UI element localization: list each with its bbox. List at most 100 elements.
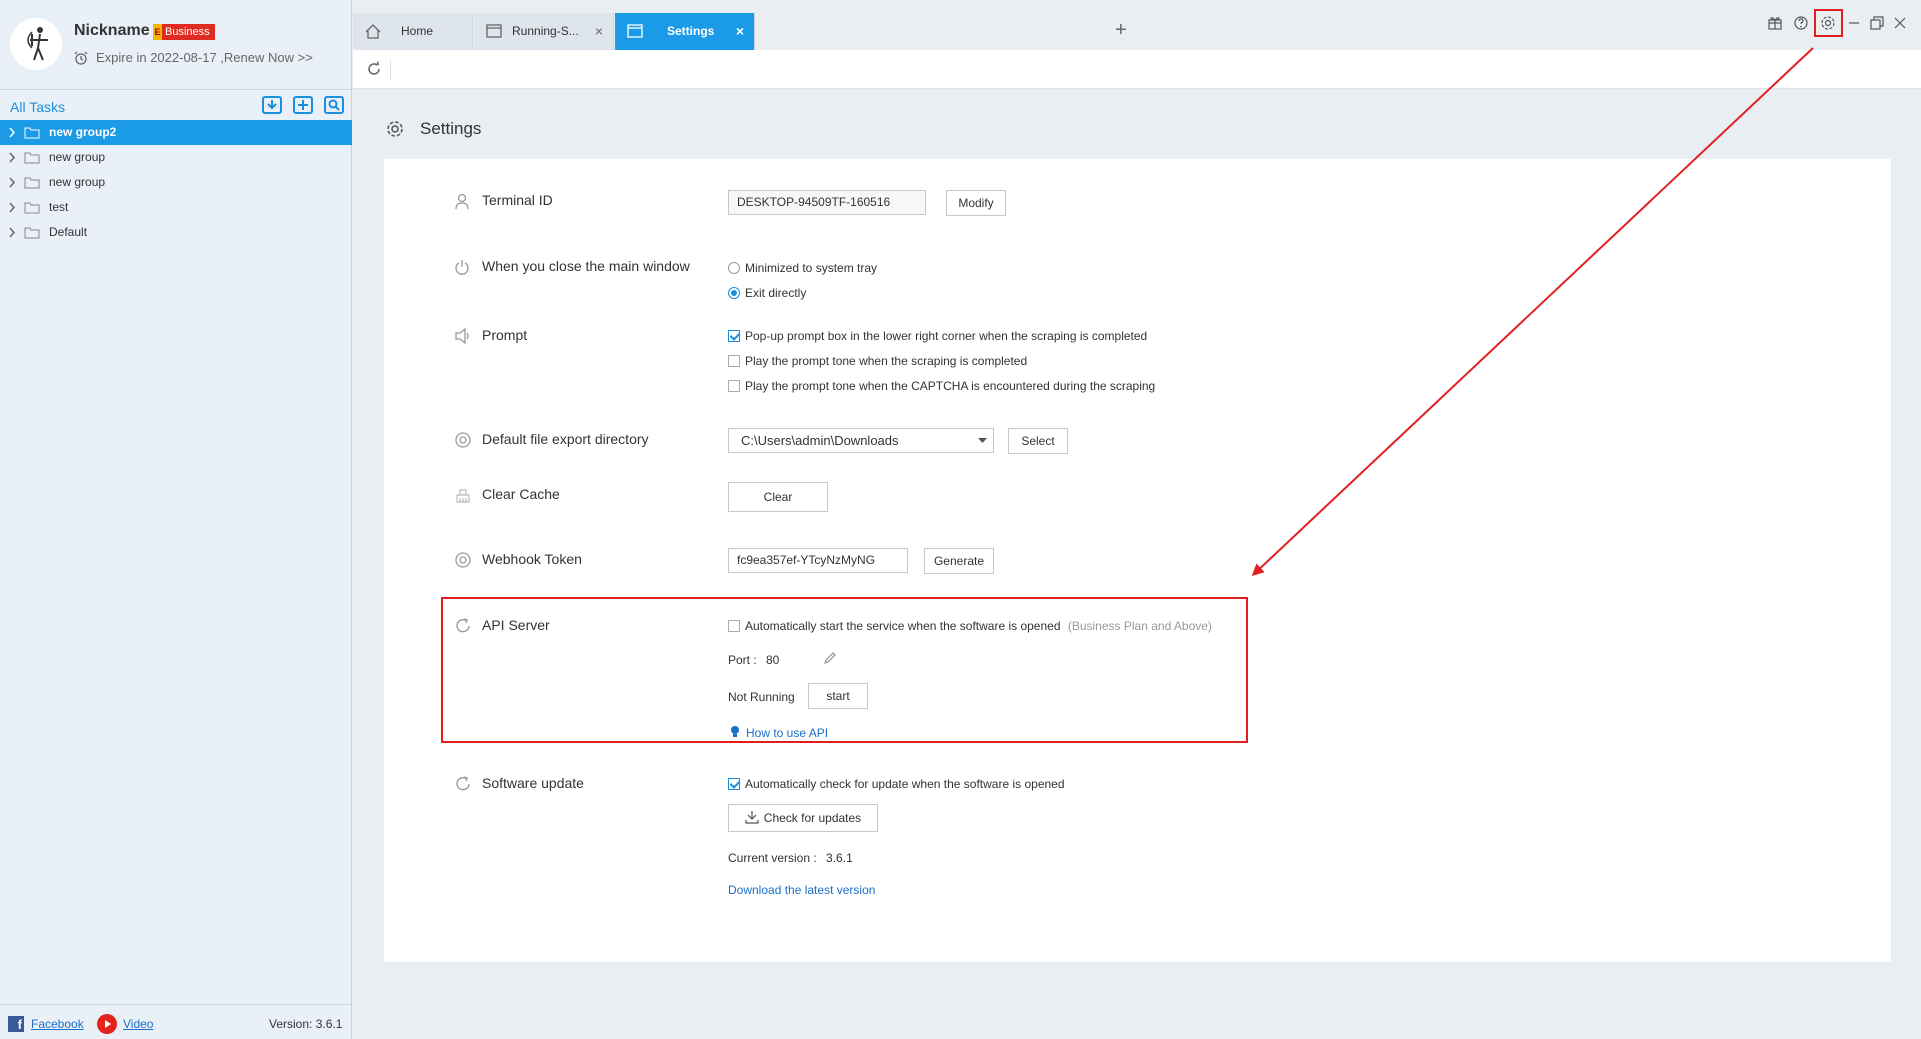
setting-label: Clear Cache [482, 486, 560, 502]
folder-icon [24, 202, 40, 214]
chevron-right-icon[interactable] [8, 152, 16, 163]
checkbox[interactable] [728, 380, 740, 392]
tab-label: Home [401, 24, 434, 38]
clear-cache-button[interactable]: Clear [728, 482, 828, 512]
tab-settings[interactable]: Settings × [615, 13, 755, 50]
checkbox[interactable] [728, 330, 740, 342]
how-to-use-api-row[interactable]: How to use API [729, 725, 828, 740]
tab-home[interactable]: Home [353, 13, 473, 50]
checkbox-label: Play the prompt tone when the scraping i… [745, 354, 1028, 368]
close-icon[interactable]: × [736, 13, 744, 50]
api-status: Not Running [728, 690, 795, 704]
gear-highlight-box [1814, 9, 1843, 37]
radio-exit-directly[interactable]: Exit directly [728, 286, 806, 300]
refresh-icon[interactable] [365, 60, 383, 78]
update-icon [456, 776, 470, 791]
webhook-token-field[interactable]: fc9ea357ef-YTcyNzMyNG [728, 548, 908, 573]
add-task-icon[interactable] [292, 95, 314, 115]
tree-item-label: new group2 [49, 125, 117, 139]
download-icon [745, 811, 759, 824]
tree-item-test[interactable]: test [0, 195, 352, 220]
setting-label: API Server [482, 617, 550, 633]
current-version-label: Current version : [728, 851, 817, 865]
close-icon[interactable]: × [595, 13, 603, 50]
setting-label: Terminal ID [482, 192, 553, 208]
radio-button[interactable] [728, 262, 740, 274]
export-dir-value: C:\Users\admin\Downloads [741, 433, 899, 448]
close-window-icon[interactable] [1891, 14, 1909, 32]
generate-button[interactable]: Generate [924, 548, 994, 574]
checkbox-auto-update[interactable]: Automatically check for update when the … [728, 777, 1065, 791]
edit-pencil-icon[interactable] [823, 651, 837, 665]
archer-avatar-icon [27, 27, 48, 61]
add-tab-button[interactable]: + [1115, 20, 1127, 40]
profile-header: Nickname Business E Expire in 2022-08-17… [0, 0, 352, 88]
minimize-icon[interactable] [1845, 14, 1863, 32]
modify-button[interactable]: Modify [946, 190, 1006, 216]
checkbox[interactable] [728, 620, 740, 632]
tree-item-new-group[interactable]: new group [0, 170, 352, 195]
video-link[interactable]: Video [123, 1017, 153, 1031]
plan-badge-mark: E [153, 24, 162, 40]
how-to-use-api-link[interactable]: How to use API [746, 726, 828, 740]
import-task-icon[interactable] [261, 95, 283, 115]
expire-text[interactable]: Expire in 2022-08-17 ,Renew Now >> [96, 50, 313, 65]
user-icon [455, 193, 469, 210]
checkbox[interactable] [728, 778, 740, 790]
folder-icon [24, 127, 40, 139]
toolbar [353, 50, 1921, 89]
tasks-header: All Tasks [0, 89, 352, 119]
tree-item-label: Default [49, 225, 88, 239]
download-latest-link[interactable]: Download the latest version [728, 883, 875, 897]
terminal-id-field[interactable]: DESKTOP-94509TF-160516 [728, 190, 926, 215]
all-tasks-label[interactable]: All Tasks [10, 99, 65, 115]
export-dir-select[interactable]: C:\Users\admin\Downloads [728, 428, 994, 453]
chevron-right-icon[interactable] [8, 227, 16, 238]
search-task-icon[interactable] [323, 95, 345, 115]
chevron-right-icon[interactable] [8, 127, 16, 138]
facebook-link[interactable]: Facebook [31, 1017, 84, 1031]
checkbox[interactable] [728, 355, 740, 367]
download-latest-row[interactable]: Download the latest version [728, 883, 875, 897]
tree-item-new-group2[interactable]: new group2 [0, 120, 352, 145]
radio-minimize-tray[interactable]: Minimized to system tray [728, 261, 877, 275]
youtube-icon[interactable] [97, 1014, 117, 1034]
lightbulb-icon [731, 726, 739, 737]
sync-icon [456, 618, 470, 633]
facebook-icon[interactable]: f [8, 1016, 24, 1032]
check-updates-button[interactable]: Check for updates [728, 804, 878, 832]
checkbox-label: Play the prompt tone when the CAPTCHA is… [745, 379, 1156, 393]
sidebar-footer: f Facebook Video Version: 3.6.1 [0, 1004, 352, 1039]
checkbox-label: Automatically start the service when the… [745, 619, 1061, 633]
help-icon[interactable] [1792, 14, 1810, 32]
port-value: 80 [766, 653, 780, 667]
restore-icon[interactable] [1868, 14, 1886, 32]
gift-icon[interactable] [1766, 14, 1784, 32]
checkbox-prompt-tone[interactable]: Play the prompt tone when the scraping i… [728, 354, 1027, 368]
tab-running[interactable]: Running-S... × [474, 13, 614, 50]
gear-icon [387, 121, 403, 137]
checkbox-popup-prompt[interactable]: Pop-up prompt box in the lower right cor… [728, 329, 1147, 343]
checkbox-label: Automatically check for update when the … [745, 777, 1065, 791]
tree-item-label: test [49, 200, 69, 214]
plan-badge: Business [153, 24, 215, 40]
start-api-button[interactable]: start [808, 683, 868, 709]
setting-label: When you close the main window [482, 258, 690, 274]
window-icon [486, 24, 502, 38]
tree-item-new-group[interactable]: new group [0, 145, 352, 170]
chevron-right-icon[interactable] [8, 177, 16, 188]
checkbox-captcha-tone[interactable]: Play the prompt tone when the CAPTCHA is… [728, 379, 1155, 393]
radio-button[interactable] [728, 287, 740, 299]
chevron-right-icon[interactable] [8, 202, 16, 213]
setting-label: Prompt [482, 327, 528, 343]
sidebar: Nickname Business E Expire in 2022-08-17… [0, 0, 352, 1039]
tree-item-default[interactable]: Default [0, 220, 352, 245]
plan-note: (Business Plan and Above) [1067, 619, 1212, 633]
avatar[interactable] [10, 18, 62, 70]
select-button[interactable]: Select [1008, 428, 1068, 454]
folder-icon [24, 177, 40, 189]
power-icon [455, 260, 469, 275]
setting-label: Webhook Token [482, 551, 582, 567]
checkbox-api-autostart[interactable]: Automatically start the service when the… [728, 619, 1212, 633]
expire-row[interactable]: Expire in 2022-08-17 ,Renew Now >> [74, 50, 313, 65]
